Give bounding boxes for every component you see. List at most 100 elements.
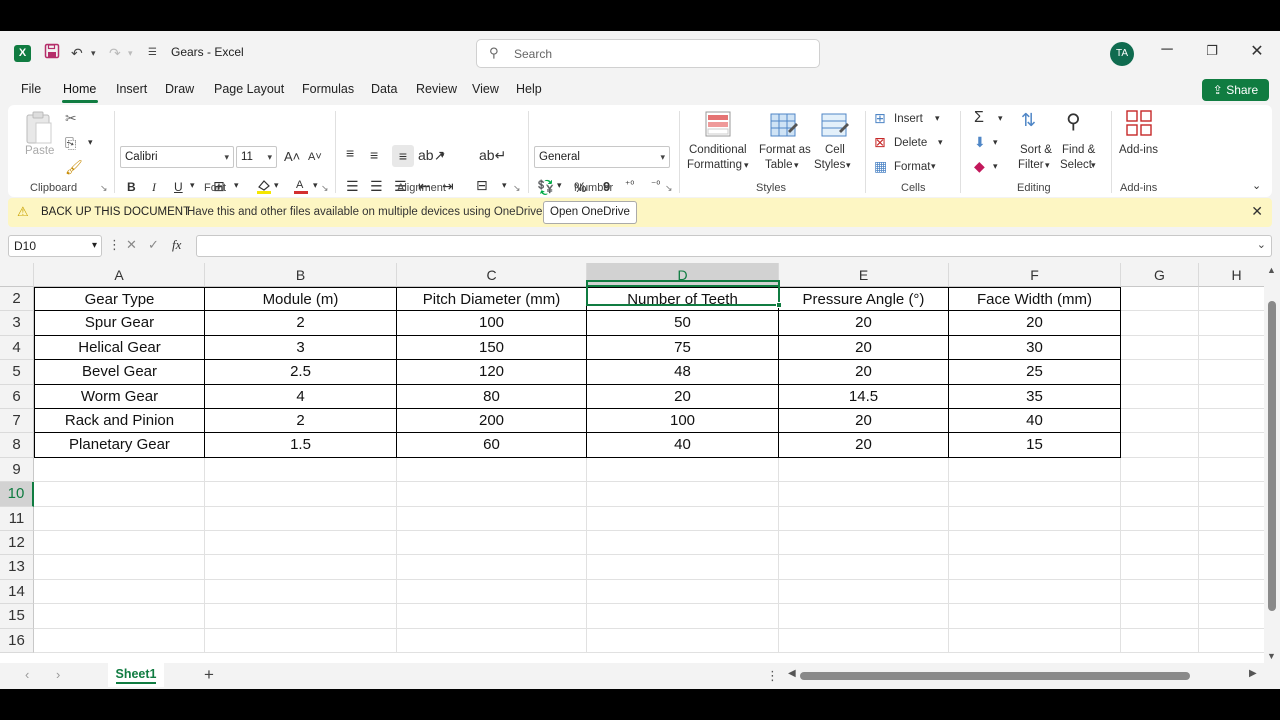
cell-b10[interactable] (205, 482, 397, 507)
cell-c5[interactable]: 120 (397, 360, 587, 385)
row-header-5[interactable]: 5 (0, 360, 34, 385)
font-launcher-icon[interactable]: ↘ (321, 183, 329, 194)
cell-d5[interactable]: 48 (587, 360, 779, 385)
spreadsheet-grid[interactable]: A B C D E F G H 2 Gear Type Module (m) Pitch Diamet… (0, 263, 1264, 663)
cell-d8[interactable]: 40 (587, 433, 779, 458)
find-select-label-1[interactable]: Find & (1062, 144, 1095, 156)
tab-draw[interactable]: Draw (165, 82, 194, 96)
insert-function-icon[interactable]: fx (172, 237, 181, 253)
cell-b15[interactable] (205, 604, 397, 629)
decrease-decimal-icon[interactable]: ⁻⁰ (651, 180, 660, 191)
alignment-launcher-icon[interactable]: ↘ (513, 183, 521, 194)
chevron-down-icon[interactable]: ▾ (993, 161, 998, 172)
cell-b12[interactable] (205, 531, 397, 556)
expand-formula-icon[interactable]: ⌄ (1257, 238, 1266, 251)
accounting-dropdown-icon[interactable]: ▾ (557, 180, 562, 191)
cell-d3[interactable]: 50 (587, 311, 779, 336)
cell-a8[interactable]: Planetary Gear (34, 433, 205, 458)
cell-e7[interactable]: 20 (779, 409, 949, 434)
more-options-icon[interactable]: ⋮ (766, 668, 779, 684)
borders-dropdown-icon[interactable]: ▾ (234, 180, 239, 191)
cell-d15[interactable] (587, 604, 779, 629)
cell-b14[interactable] (205, 579, 397, 605)
cell-f12[interactable] (949, 531, 1121, 556)
merge-center-icon[interactable]: ⊟ (476, 177, 488, 194)
cell-d12[interactable] (587, 531, 779, 556)
align-top-icon[interactable]: ≡ (346, 145, 354, 161)
format-painter-icon[interactable]: 🖌 (65, 159, 83, 176)
cell-h2[interactable] (1199, 287, 1264, 312)
collapse-ribbon-icon[interactable]: ⌄ (1252, 179, 1261, 192)
font-size-select[interactable]: 11 ▾ (236, 146, 277, 168)
chevron-down-icon[interactable]: ▾ (993, 137, 998, 148)
cell-b6[interactable]: 4 (205, 384, 397, 409)
confirm-entry-icon[interactable]: ✓ (148, 237, 159, 253)
cell-f5[interactable]: 25 (949, 360, 1121, 385)
cell-a7[interactable]: Rack and Pinion (34, 409, 205, 434)
chevron-down-icon[interactable]: ▾ (744, 160, 749, 171)
cell-e9[interactable] (779, 457, 949, 483)
row-header-15[interactable]: 15 (0, 604, 34, 629)
column-header-e[interactable]: E (779, 263, 949, 287)
italic-button[interactable]: I (152, 180, 156, 195)
cell-g15[interactable] (1121, 604, 1199, 629)
cell-g9[interactable] (1121, 457, 1199, 483)
tab-insert[interactable]: Insert (116, 82, 147, 96)
wrap-text-icon[interactable]: ab↵ (479, 147, 506, 164)
cell-b16[interactable] (205, 628, 397, 653)
undo-dropdown-icon[interactable]: ▾ (91, 43, 96, 63)
cell-styles-label-2[interactable]: Styles (814, 159, 845, 171)
format-cells-icon[interactable]: ▦ (874, 158, 887, 175)
tab-formulas[interactable]: Formulas (302, 82, 354, 96)
cell-c16[interactable] (397, 628, 587, 653)
number-launcher-icon[interactable]: ↘ (665, 183, 673, 194)
cell-c7[interactable]: 200 (397, 409, 587, 434)
cell-g11[interactable] (1121, 506, 1199, 531)
cell-f7[interactable]: 40 (949, 409, 1121, 434)
minimize-icon[interactable]: ─ (1157, 41, 1177, 59)
cell-c6[interactable]: 80 (397, 384, 587, 409)
cell-b3[interactable]: 2 (205, 311, 397, 336)
cell-g2[interactable] (1121, 287, 1199, 312)
cell-g6[interactable] (1121, 384, 1199, 409)
conditional-formatting-icon[interactable] (705, 111, 731, 140)
cell-e11[interactable] (779, 506, 949, 531)
scroll-left-icon[interactable]: ◀ (788, 668, 796, 679)
cell-a14[interactable] (34, 579, 205, 605)
tab-help[interactable]: Help (516, 82, 542, 96)
formula-input[interactable]: ⌄ (196, 235, 1272, 257)
cell-f11[interactable] (949, 506, 1121, 531)
chevron-down-icon[interactable]: ▾ (935, 113, 940, 124)
chevron-down-icon[interactable]: ▾ (1091, 160, 1096, 171)
table-header-cell[interactable]: Pressure Angle (°) (779, 287, 949, 312)
cell-e6[interactable]: 14.5 (779, 384, 949, 409)
cell-d11[interactable] (587, 506, 779, 531)
cell-a3[interactable]: Spur Gear (34, 311, 205, 336)
row-header-14[interactable]: 14 (0, 579, 34, 605)
scroll-up-icon[interactable]: ▲ (1267, 265, 1276, 275)
merge-dropdown-icon[interactable]: ▾ (502, 180, 507, 191)
customize-toolbar-icon[interactable]: ☰ (148, 43, 157, 63)
row-header-11[interactable]: 11 (0, 506, 34, 531)
paste-icon[interactable] (25, 111, 53, 148)
cell-g5[interactable] (1121, 360, 1199, 385)
cell-g10[interactable] (1121, 482, 1199, 507)
row-header-10[interactable]: 10 (0, 482, 34, 507)
cell-c10[interactable] (397, 482, 587, 507)
cell-d16[interactable] (587, 628, 779, 653)
column-header-g[interactable]: G (1121, 263, 1199, 287)
chevron-down-icon[interactable]: ▾ (998, 113, 1003, 124)
chevron-down-icon[interactable]: ▾ (931, 161, 936, 172)
copy-icon[interactable]: ⎘ (65, 135, 76, 152)
cell-b11[interactable] (205, 506, 397, 531)
cell-a11[interactable] (34, 506, 205, 531)
orientation-dropdown-icon[interactable]: ▾ (440, 150, 445, 161)
cell-a16[interactable] (34, 628, 205, 653)
search-box[interactable]: ⚲ Search (476, 39, 820, 68)
select-all-corner[interactable] (0, 263, 34, 287)
fill-handle[interactable] (776, 302, 782, 308)
cell-g13[interactable] (1121, 555, 1199, 580)
fill-icon[interactable]: ⬇ (974, 134, 986, 151)
cell-h3[interactable] (1199, 311, 1264, 336)
column-header-b[interactable]: B (205, 263, 397, 287)
